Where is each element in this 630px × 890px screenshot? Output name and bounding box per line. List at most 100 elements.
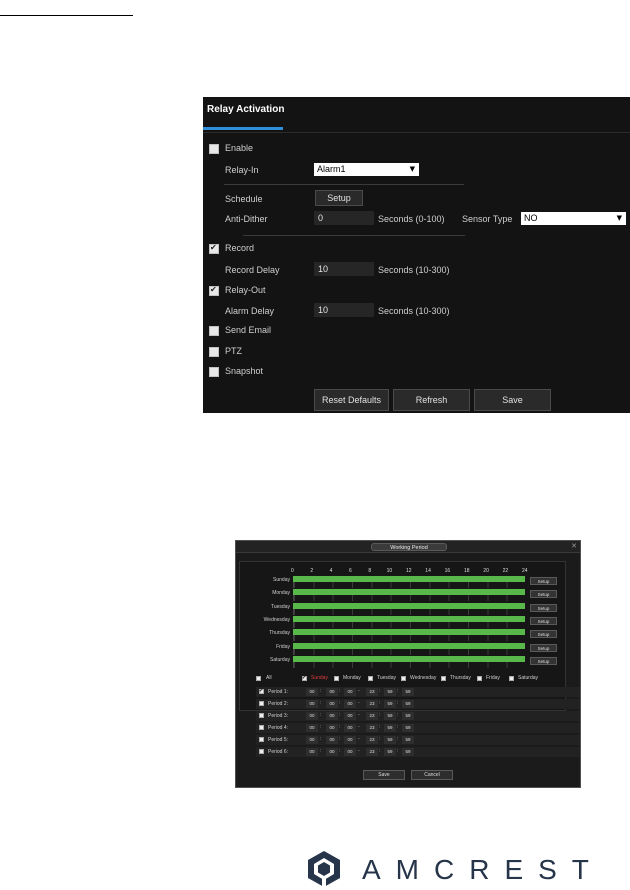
time-field[interactable]: 59 xyxy=(402,688,414,696)
schedule-setup-button[interactable]: Setup xyxy=(315,190,363,206)
day-setup-button[interactable]: Setup xyxy=(530,630,557,639)
time-field[interactable]: 00 xyxy=(306,736,318,744)
ptz-checkbox[interactable] xyxy=(209,347,219,357)
time-field[interactable]: 00 xyxy=(344,724,356,732)
hour-cells[interactable] xyxy=(293,648,526,655)
day-setup-button[interactable]: Setup xyxy=(530,590,557,599)
day-option-label: Wednesday xyxy=(410,675,437,681)
day-setup-button[interactable]: Setup xyxy=(530,643,557,652)
day-option-checkbox[interactable] xyxy=(477,676,482,681)
day-setup-button[interactable]: Setup xyxy=(530,656,557,665)
time-field[interactable]: 00 xyxy=(306,688,318,696)
time-separator: : xyxy=(320,748,322,754)
day-option-checkbox[interactable] xyxy=(368,676,373,681)
hour-tick: 16 xyxy=(444,568,451,574)
day-setup-button[interactable]: Setup xyxy=(530,577,557,585)
sensor-type-label: Sensor Type xyxy=(462,214,513,224)
relay-out-label: Relay-Out xyxy=(225,285,266,295)
all-checkbox[interactable] xyxy=(256,676,261,681)
time-field[interactable]: 59 xyxy=(384,748,396,756)
period-checkbox[interactable] xyxy=(259,713,264,718)
hour-cells[interactable] xyxy=(293,661,526,668)
period-checkbox[interactable] xyxy=(259,688,264,694)
day-option-checkbox[interactable] xyxy=(302,675,307,681)
time-field[interactable]: 00 xyxy=(326,700,338,708)
time-separator: : xyxy=(339,724,341,730)
time-field[interactable]: 00 xyxy=(326,748,338,756)
time-field[interactable]: 23 xyxy=(366,700,378,708)
time-field[interactable]: 00 xyxy=(344,736,356,744)
cancel-button[interactable]: Cancel xyxy=(411,770,453,780)
time-field[interactable]: 00 xyxy=(306,700,318,708)
hour-cells[interactable] xyxy=(293,621,526,628)
time-field[interactable]: 00 xyxy=(306,724,318,732)
time-separator: : xyxy=(320,712,322,718)
time-field[interactable]: 00 xyxy=(344,688,356,696)
time-field[interactable]: 23 xyxy=(366,688,378,696)
close-icon[interactable]: ✕ xyxy=(571,542,577,550)
time-separator: - xyxy=(358,748,360,754)
time-field[interactable]: 23 xyxy=(366,724,378,732)
period-checkbox[interactable] xyxy=(259,737,264,742)
time-field[interactable]: 00 xyxy=(344,748,356,756)
time-field[interactable]: 00 xyxy=(344,712,356,720)
enable-checkbox[interactable] xyxy=(209,144,219,154)
time-separator: : xyxy=(397,724,399,730)
hour-cells[interactable] xyxy=(293,635,526,642)
day-setup-button[interactable]: Setup xyxy=(530,603,557,612)
separator xyxy=(224,184,464,185)
send-email-checkbox[interactable] xyxy=(209,326,219,336)
day-option-checkbox[interactable] xyxy=(509,676,514,681)
save-button[interactable]: Save xyxy=(363,770,405,780)
reset-defaults-button[interactable]: Reset Defaults xyxy=(314,389,389,411)
time-field[interactable]: 23 xyxy=(366,736,378,744)
time-separator: : xyxy=(320,736,322,742)
snapshot-checkbox[interactable] xyxy=(209,367,219,377)
period-checkbox[interactable] xyxy=(259,725,264,730)
anti-dither-unit: Seconds (0-100) xyxy=(378,214,445,224)
record-delay-input[interactable]: 10 xyxy=(314,262,374,276)
hour-cells[interactable] xyxy=(293,595,526,602)
time-field[interactable]: 59 xyxy=(384,700,396,708)
time-field[interactable]: 23 xyxy=(366,712,378,720)
period-checkbox[interactable] xyxy=(259,749,264,754)
time-separator: : xyxy=(379,700,381,706)
period-checkbox[interactable] xyxy=(259,701,264,706)
snapshot-label: Snapshot xyxy=(225,366,264,376)
time-field[interactable]: 59 xyxy=(384,688,396,696)
time-field[interactable]: 00 xyxy=(306,748,318,756)
sensor-type-select[interactable]: NO ▼ xyxy=(521,212,626,225)
record-checkbox[interactable] xyxy=(209,243,219,254)
time-field[interactable]: 59 xyxy=(384,724,396,732)
time-field[interactable]: 59 xyxy=(402,700,414,708)
day-option-checkbox[interactable] xyxy=(441,676,446,681)
day-setup-button[interactable]: Setup xyxy=(530,616,557,625)
time-field[interactable]: 59 xyxy=(402,736,414,744)
anti-dither-input[interactable]: 0 xyxy=(314,211,374,225)
save-button[interactable]: Save xyxy=(474,389,551,411)
day-option-checkbox[interactable] xyxy=(401,676,406,681)
time-field[interactable]: 00 xyxy=(306,712,318,720)
time-field[interactable]: 59 xyxy=(384,712,396,720)
time-field[interactable]: 00 xyxy=(326,712,338,720)
time-field[interactable]: 00 xyxy=(326,736,338,744)
time-field[interactable]: 00 xyxy=(344,700,356,708)
day-name: Monday xyxy=(272,590,290,597)
refresh-button[interactable]: Refresh xyxy=(393,389,470,411)
hour-cells[interactable] xyxy=(293,608,526,615)
day-option-checkbox[interactable] xyxy=(334,676,339,681)
time-separator: : xyxy=(379,712,381,718)
hour-cells[interactable] xyxy=(293,582,526,588)
time-field[interactable]: 59 xyxy=(402,748,414,756)
relay-in-select[interactable]: Alarm1 ▼ xyxy=(314,163,419,176)
time-separator: : xyxy=(320,724,322,730)
time-field[interactable]: 23 xyxy=(366,748,378,756)
time-field[interactable]: 00 xyxy=(326,688,338,696)
day-name: Friday xyxy=(276,643,290,650)
time-field[interactable]: 59 xyxy=(402,724,414,732)
time-field[interactable]: 59 xyxy=(384,736,396,744)
time-field[interactable]: 59 xyxy=(402,712,414,720)
time-field[interactable]: 00 xyxy=(326,724,338,732)
alarm-delay-input[interactable]: 10 xyxy=(314,303,374,317)
relay-out-checkbox[interactable] xyxy=(209,285,219,296)
